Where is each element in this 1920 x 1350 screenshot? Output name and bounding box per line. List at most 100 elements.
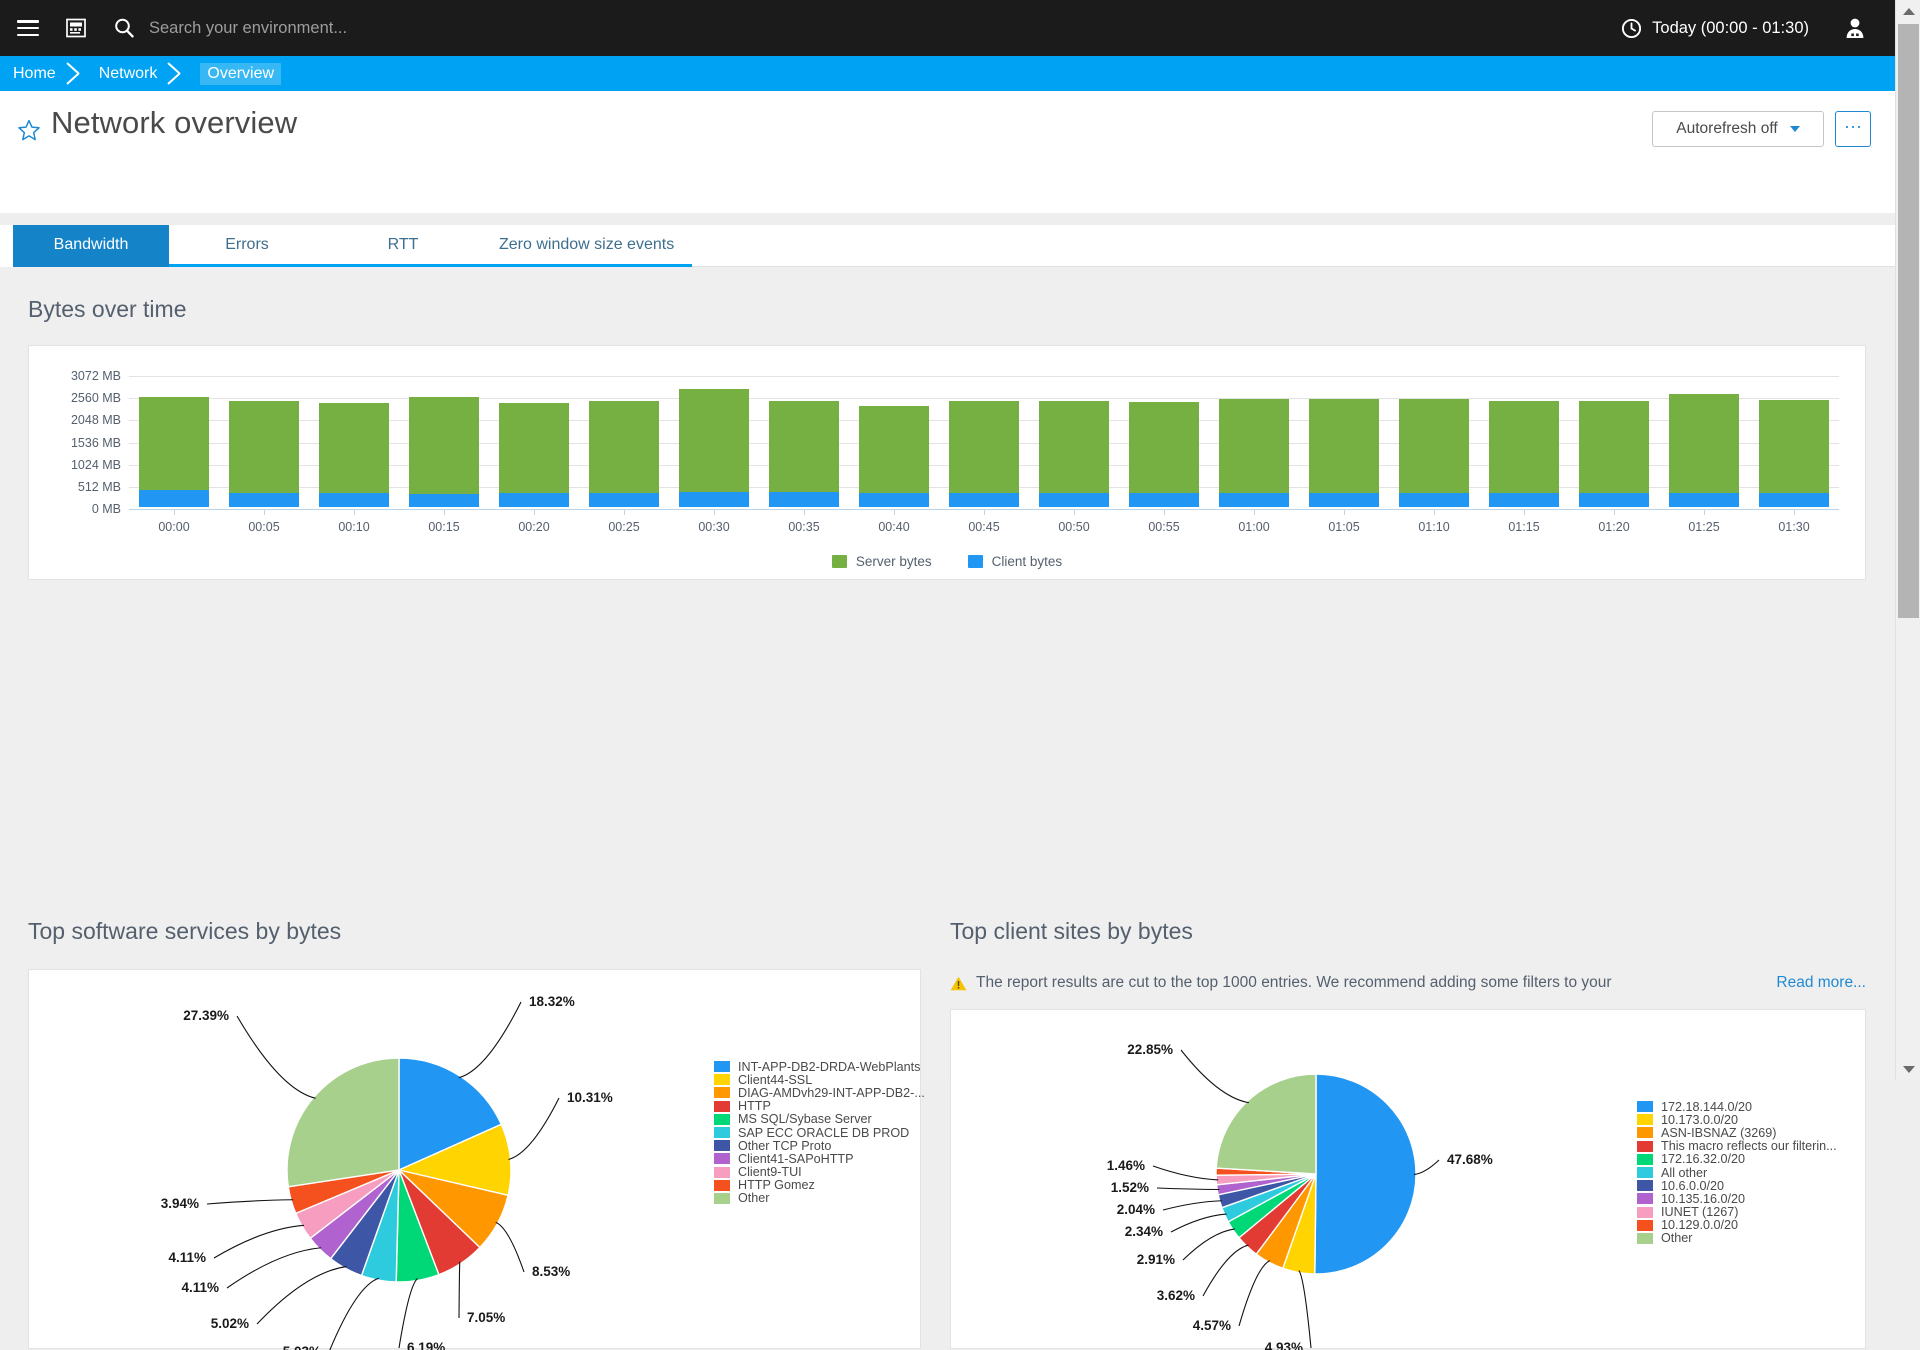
bar-client-bytes[interactable] [408,494,480,507]
bar-group[interactable] [408,397,480,507]
pie-legend-item[interactable]: Client9-TUI [714,1165,925,1179]
bar-server-bytes[interactable] [768,400,840,507]
search-icon[interactable] [113,17,135,39]
pie-legend-item[interactable]: All other [1637,1166,1837,1180]
breadcrumb-item-overview[interactable]: Overview [200,62,282,85]
bar-group[interactable] [768,400,840,507]
pie-legend-item[interactable]: Other [1637,1231,1837,1245]
time-range-selector[interactable]: Today (00:00 - 01:30) [1621,18,1809,39]
bar-server-bytes[interactable] [1578,400,1650,507]
bar-group[interactable] [228,401,300,507]
scrollbar-up-button[interactable] [1896,0,1920,22]
tab-errors[interactable]: Errors [169,225,325,267]
scrollbar-thumb[interactable] [1898,24,1919,618]
chart-legend-item[interactable]: Client bytes [967,554,1062,569]
bar-client-bytes[interactable] [588,493,660,507]
pie-legend-item[interactable]: IUNET (1267) [1637,1205,1837,1219]
pie-legend-item[interactable]: 10.135.16.0/20 [1637,1192,1837,1206]
bar-client-bytes[interactable] [1038,492,1110,507]
bar-server-bytes[interactable] [1668,394,1740,507]
grid-icon[interactable] [65,17,87,39]
bar-group[interactable] [1668,394,1740,507]
bar-client-bytes[interactable] [1488,493,1560,507]
bar-client-bytes[interactable] [1758,492,1830,507]
page-scrollbar[interactable] [1895,0,1920,1080]
pie-slice[interactable] [1215,1073,1317,1175]
bar-server-bytes[interactable] [1308,398,1380,507]
pie-legend-item[interactable]: DIAG-AMDvh29-INT-APP-DB2-... [714,1086,925,1100]
bar-server-bytes[interactable] [498,402,570,507]
pie-legend-item[interactable]: 172.16.32.0/20 [1637,1152,1837,1166]
bar-group[interactable] [1308,398,1380,507]
pie-legend-item[interactable]: INT-APP-DB2-DRDA-WebPlants [714,1060,925,1074]
pie-legend-item[interactable]: Client41-SAPoHTTP [714,1152,925,1166]
pie-legend-item[interactable]: SAP ECC ORACLE DB PROD [714,1126,925,1140]
bar-group[interactable] [678,388,750,507]
bar-server-bytes[interactable] [318,403,390,507]
bar-group[interactable] [1038,400,1110,507]
bar-client-bytes[interactable] [228,492,300,507]
bar-server-bytes[interactable] [1758,400,1830,507]
pie-slice[interactable] [286,1057,400,1188]
bar-group[interactable] [1758,400,1830,507]
bar-server-bytes[interactable] [1218,399,1290,507]
bar-group[interactable] [138,397,210,507]
chart-legend-item[interactable]: Server bytes [831,554,932,569]
bar-server-bytes[interactable] [1488,401,1560,507]
bar-server-bytes[interactable] [408,397,480,507]
bar-group[interactable] [858,406,930,507]
autorefresh-dropdown[interactable]: Autorefresh off [1652,111,1824,147]
hamburger-icon[interactable] [17,20,39,36]
tab-zero-window-size-events[interactable]: Zero window size events [481,225,693,267]
pie-legend-item[interactable]: Other TCP Proto [714,1139,925,1153]
search-input[interactable] [147,17,567,39]
bar-server-bytes[interactable] [948,400,1020,507]
bar-group[interactable] [1488,401,1560,507]
pie-legend-item[interactable]: 10.173.0.0/20 [1637,1113,1837,1127]
pie-legend-item[interactable]: Other [714,1191,925,1205]
bar-client-bytes[interactable] [678,492,750,507]
bar-group[interactable] [1218,399,1290,507]
bar-client-bytes[interactable] [1578,492,1650,507]
bar-server-bytes[interactable] [1128,402,1200,507]
bar-group[interactable] [948,400,1020,507]
bar-client-bytes[interactable] [948,492,1020,507]
tab-rtt[interactable]: RTT [325,225,481,267]
bar-client-bytes[interactable] [1218,492,1290,507]
pie-legend-item[interactable]: 172.18.144.0/20 [1637,1100,1837,1114]
pie-legend-item[interactable]: ASN-IBSNAZ (3269) [1637,1126,1837,1140]
bar-client-bytes[interactable] [138,490,210,507]
bar-group[interactable] [1128,402,1200,507]
bar-client-bytes[interactable] [1398,492,1470,507]
pie-legend-item[interactable]: 10.6.0.0/20 [1637,1179,1837,1193]
bytes-over-time-chart[interactable]: 0 MB 512 MB 1024 MB 1536 MB 2048 MB 2560 MB 30… [29,346,1865,579]
pie-legend-item[interactable]: 10.129.0.0/20 [1637,1218,1837,1232]
bar-client-bytes[interactable] [498,493,570,507]
bar-group[interactable] [498,402,570,507]
bar-server-bytes[interactable] [858,406,930,507]
breadcrumb-item-network[interactable]: Network [85,65,158,83]
bar-server-bytes[interactable] [228,401,300,507]
bar-group[interactable] [588,401,660,507]
bar-client-bytes[interactable] [1308,492,1380,507]
bar-client-bytes[interactable] [768,492,840,507]
bar-server-bytes[interactable] [588,401,660,507]
bar-client-bytes[interactable] [1668,492,1740,507]
bar-server-bytes[interactable] [678,388,750,507]
tab-bandwidth[interactable]: Bandwidth [13,225,169,267]
more-options-button[interactable]: ··· [1835,111,1871,147]
bar-client-bytes[interactable] [858,493,930,507]
user-icon[interactable] [1843,16,1867,40]
pie-slice[interactable] [1314,1073,1417,1275]
bar-client-bytes[interactable] [1128,493,1200,507]
read-more-link[interactable]: Read more... [1776,974,1866,992]
search-box[interactable] [113,17,1621,39]
bar-server-bytes[interactable] [1398,398,1470,507]
scrollbar-down-button[interactable] [1896,1058,1920,1080]
breadcrumb-item-home[interactable]: Home [0,65,56,83]
pie-legend-item[interactable]: MS SQL/Sybase Server [714,1112,925,1126]
bar-group[interactable] [1398,398,1470,507]
pie-legend-item[interactable]: This macro reflects our filterin... [1637,1139,1837,1153]
bar-group[interactable] [1578,400,1650,507]
star-icon[interactable] [17,118,41,142]
